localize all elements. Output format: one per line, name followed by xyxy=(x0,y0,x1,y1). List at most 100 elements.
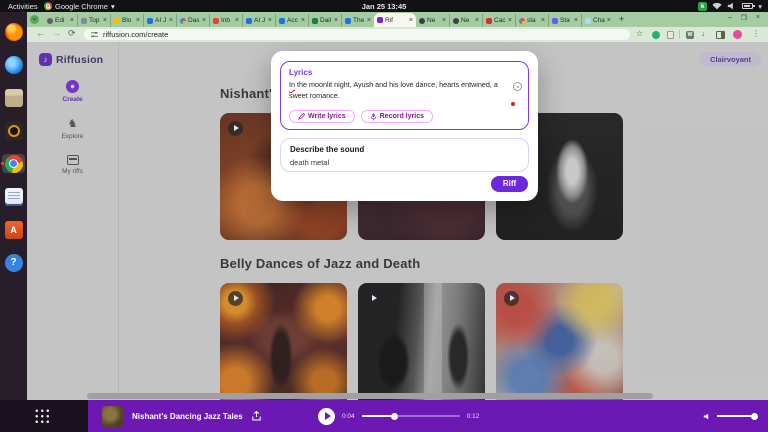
clock[interactable]: Jan 25 13:45 xyxy=(0,2,768,11)
explore-icon: ♞ xyxy=(68,118,78,130)
dock-item-thunderbird[interactable] xyxy=(2,55,25,74)
track-thumbnail[interactable] xyxy=(102,406,123,427)
tile-play-icon[interactable] xyxy=(228,291,243,306)
extension-icon-w[interactable]: W xyxy=(686,31,694,39)
seek-knob[interactable] xyxy=(391,413,398,420)
volume-slider[interactable] xyxy=(717,415,757,417)
tab-search-chevron-icon[interactable]: ⌄ xyxy=(30,15,39,24)
lyrics-box[interactable]: Lyrics In the moonlit night, Ayush and h… xyxy=(280,61,529,130)
dock-item-firefox[interactable] xyxy=(2,22,25,41)
tab-close-icon[interactable]: × xyxy=(103,17,107,24)
tab-close-icon[interactable]: × xyxy=(136,17,140,24)
browser-tab-sta[interactable]: Sta× xyxy=(548,14,581,27)
close-button[interactable]: × xyxy=(756,14,760,22)
tab-close-icon[interactable]: × xyxy=(202,17,206,24)
horizontal-scrollbar[interactable] xyxy=(87,393,653,399)
browser-tab-cac[interactable]: Cac× xyxy=(482,14,515,27)
browser-tab-ne[interactable]: Ne× xyxy=(416,14,449,27)
riffusion-logo-icon[interactable]: ♪ xyxy=(39,53,52,66)
extension-icon-clipboard[interactable] xyxy=(667,31,674,39)
dock-item-ubuntu-software[interactable]: A xyxy=(2,220,25,239)
riff-tile-noir-musician[interactable] xyxy=(358,283,485,400)
tab-favicon-google xyxy=(519,18,525,24)
describe-sound-box[interactable]: Describe the sound death metal xyxy=(280,138,529,172)
dock-item-help[interactable]: ? xyxy=(2,253,25,272)
sidebar-item-explore[interactable]: ♞ Explore xyxy=(27,118,118,140)
browser-tab-cha[interactable]: Cha× xyxy=(581,14,614,27)
browser-tab-sta[interactable]: sta× xyxy=(515,14,548,27)
browser-tab-top[interactable]: Top× xyxy=(77,14,110,27)
share-icon[interactable] xyxy=(252,411,261,421)
write-lyrics-button[interactable]: Write lyrics xyxy=(289,110,355,123)
extension-icon-green[interactable] xyxy=(652,31,660,39)
profile-avatar[interactable] xyxy=(733,30,742,39)
new-tab-button[interactable]: + xyxy=(619,14,624,24)
seek-bar[interactable] xyxy=(362,415,460,417)
show-applications-icon[interactable] xyxy=(34,408,50,424)
tab-close-icon[interactable]: × xyxy=(442,17,446,24)
browser-menu-icon[interactable]: ⋮ xyxy=(752,29,760,38)
minimize-button[interactable]: – xyxy=(728,14,732,22)
tab-close-icon[interactable]: × xyxy=(301,17,305,24)
address-bar[interactable]: riffusion.com/create xyxy=(84,29,630,40)
browser-tab-acc[interactable]: Acc× xyxy=(275,14,308,27)
browser-tab-das[interactable]: Das× xyxy=(176,14,209,27)
riffusion-brand[interactable]: Riffusion xyxy=(56,54,103,66)
dock-item-libreoffice-writer[interactable] xyxy=(2,187,25,206)
tab-title: Acc xyxy=(287,17,299,24)
browser-tab-the[interactable]: The× xyxy=(341,14,374,27)
tile-play-icon[interactable] xyxy=(366,291,381,306)
tab-close-icon[interactable]: × xyxy=(169,17,173,24)
dock-item-files[interactable] xyxy=(2,88,25,107)
browser-tab-ai-j[interactable]: AI J× xyxy=(242,14,275,27)
reload-button[interactable]: ⟳ xyxy=(68,28,76,39)
dock-item-rhythmbox[interactable] xyxy=(2,121,25,140)
firefox-icon xyxy=(5,23,23,41)
riff-tile-colorful-sax-player[interactable] xyxy=(496,283,623,400)
lyrics-textarea[interactable]: In the moonlit night, Ayush and his love… xyxy=(289,80,501,102)
clairvoyant-button[interactable]: Clairvoyant xyxy=(700,52,761,67)
tab-close-icon[interactable]: × xyxy=(70,17,74,24)
browser-tab-rif[interactable]: Rif× xyxy=(374,13,416,27)
downloads-icon[interactable]: ↓ xyxy=(701,29,705,38)
tab-close-icon[interactable]: × xyxy=(268,17,272,24)
tab-title: Top xyxy=(89,17,101,24)
tile-play-icon[interactable] xyxy=(504,291,519,306)
browser-tab-edi[interactable]: Edi× xyxy=(44,14,77,27)
side-panel-icon[interactable] xyxy=(716,31,725,39)
browser-tab-dail[interactable]: Dail× xyxy=(308,14,341,27)
tab-close-icon[interactable]: × xyxy=(334,17,338,24)
speaker-icon[interactable] xyxy=(703,412,712,421)
riff-tile-fire-dancer[interactable] xyxy=(220,283,347,400)
describe-sound-input[interactable]: death metal xyxy=(290,158,519,167)
maximize-button[interactable]: ❐ xyxy=(741,14,747,22)
forward-button[interactable]: → xyxy=(52,28,61,38)
riff-button[interactable]: Riff xyxy=(491,176,528,192)
tab-close-icon[interactable]: × xyxy=(235,17,239,24)
tab-close-icon[interactable]: × xyxy=(409,17,413,24)
tab-title: Rif xyxy=(385,17,407,24)
tab-close-icon[interactable]: × xyxy=(475,17,479,24)
record-lyrics-button[interactable]: Record lyrics xyxy=(361,110,433,123)
system-tray[interactable]: k ▾ xyxy=(698,2,762,11)
tab-close-icon[interactable]: × xyxy=(367,17,371,24)
play-button[interactable] xyxy=(318,408,335,425)
site-settings-icon[interactable] xyxy=(91,31,98,38)
browser-tab-inb[interactable]: Inb× xyxy=(209,14,242,27)
tab-close-icon[interactable]: × xyxy=(574,17,578,24)
bookmark-star-icon[interactable]: ☆ xyxy=(636,29,643,38)
browser-tab-blo[interactable]: Blo× xyxy=(110,14,143,27)
browser-tab-ai-j[interactable]: AI J× xyxy=(143,14,176,27)
back-button[interactable]: ← xyxy=(36,28,45,38)
browser-tab-ne[interactable]: Ne× xyxy=(449,14,482,27)
tab-close-icon[interactable]: × xyxy=(541,17,545,24)
sidebar-item-create[interactable]: Create xyxy=(27,80,118,103)
tile-play-icon[interactable] xyxy=(228,121,243,136)
extension-overlay-icon[interactable] xyxy=(513,82,522,91)
tab-close-icon[interactable]: × xyxy=(607,17,611,24)
volume-knob[interactable] xyxy=(751,413,758,420)
dock-item-chrome[interactable] xyxy=(2,154,25,173)
tab-close-icon[interactable]: × xyxy=(508,17,512,24)
describe-sound-label: Describe the sound xyxy=(290,145,519,154)
sidebar-item-my-riffs[interactable]: My riffs xyxy=(27,155,118,175)
